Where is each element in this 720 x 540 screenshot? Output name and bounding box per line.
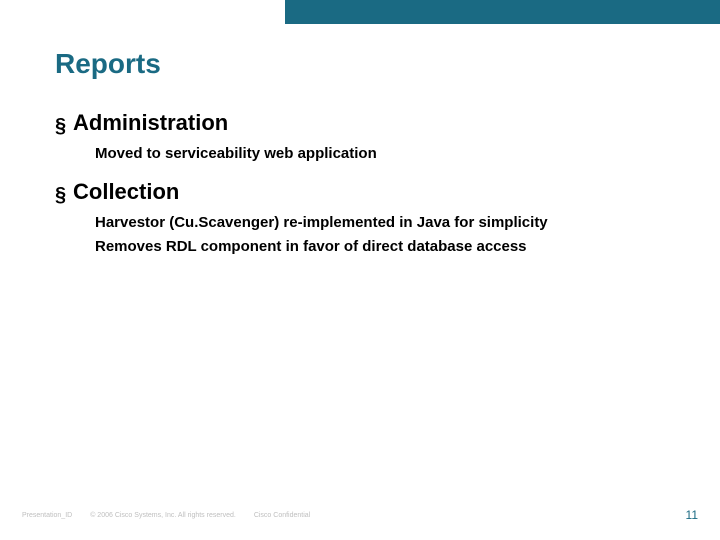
section-administration: § Administration Moved to serviceability… (55, 110, 680, 165)
footer-confidential: Cisco Confidential (254, 512, 310, 519)
section-collection: § Collection Harvestor (Cu.Scavenger) re… (55, 179, 680, 258)
footer-copyright: © 2006 Cisco Systems, Inc. All rights re… (90, 512, 236, 519)
slide-title: Reports (55, 48, 161, 80)
section-body-line: Harvestor (Cu.Scavenger) re-implemented … (95, 211, 680, 234)
footer-page-number: 11 (686, 508, 698, 522)
section-body-line: Moved to serviceability web application (95, 142, 680, 165)
footer-presentation-id: Presentation_ID (22, 512, 72, 519)
section-heading: Collection (73, 179, 179, 205)
bullet-icon: § (55, 116, 73, 136)
section-heading: Administration (73, 110, 228, 136)
section-heading-row: § Administration (55, 110, 680, 136)
slide-footer: Presentation_ID © 2006 Cisco Systems, In… (22, 508, 698, 522)
slide-content: § Administration Moved to serviceability… (55, 110, 680, 272)
section-heading-row: § Collection (55, 179, 680, 205)
slide: Reports § Administration Moved to servic… (0, 0, 720, 540)
bullet-icon: § (55, 185, 73, 205)
section-body-line: Removes RDL component in favor of direct… (95, 235, 680, 258)
